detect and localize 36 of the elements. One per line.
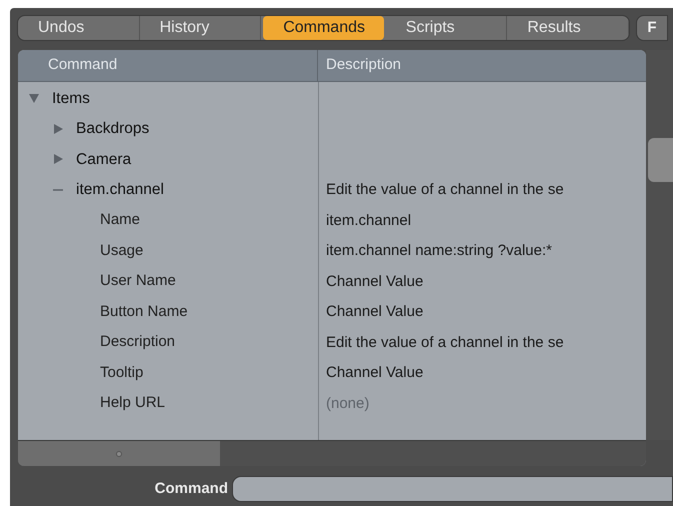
field-label: Command <box>154 478 229 499</box>
property-name: Name <box>100 210 140 230</box>
column-header[interactable]: Description <box>318 50 646 81</box>
property-name: Help URL <box>100 393 166 413</box>
tab[interactable]: Scripts <box>386 16 508 40</box>
collapse-triangle-icon[interactable] <box>28 92 40 104</box>
description-text: Channel Value <box>326 364 424 381</box>
panel-tab[interactable]: F <box>636 15 668 41</box>
scrollbar-thumb[interactable] <box>18 441 220 466</box>
tab[interactable]: History <box>140 16 262 40</box>
description-text: Channel Value <box>326 303 424 320</box>
tab[interactable]: Commands <box>263 16 384 40</box>
description-text: (none) <box>326 394 370 412</box>
property-name: Usage <box>100 240 144 260</box>
tree-item[interactable]: Backdrops <box>76 117 150 140</box>
description-text: Edit the value of a channel in the se <box>326 334 564 350</box>
command-field[interactable] <box>232 476 673 502</box>
tab[interactable]: Undos <box>18 16 140 40</box>
tree-item[interactable]: Camera <box>76 148 132 171</box>
property-name: Description <box>100 332 176 352</box>
property-name: Tooltip <box>100 362 144 382</box>
expand-triangle-icon[interactable] <box>52 122 64 135</box>
description-text: item.channel <box>326 212 412 228</box>
tree-item[interactable]: Items <box>52 86 90 110</box>
description-text: Edit the value of a channel in the se <box>326 181 564 198</box>
property-name: Button Name <box>100 302 188 322</box>
vertical-scrollbar[interactable] <box>646 50 673 440</box>
description-text: item.channel name:string ?value:* <box>326 242 552 259</box>
scrollbar-thumb[interactable] <box>648 138 673 182</box>
property-name: User Name <box>100 271 176 291</box>
expand-triangle-icon[interactable] <box>52 153 64 166</box>
tree-item[interactable]: item.channel <box>76 178 164 202</box>
horizontal-scrollbar[interactable] <box>18 440 646 466</box>
column-header[interactable]: Command <box>18 50 318 81</box>
tab[interactable]: Results <box>507 16 629 40</box>
description-text: Channel Value <box>326 272 424 290</box>
